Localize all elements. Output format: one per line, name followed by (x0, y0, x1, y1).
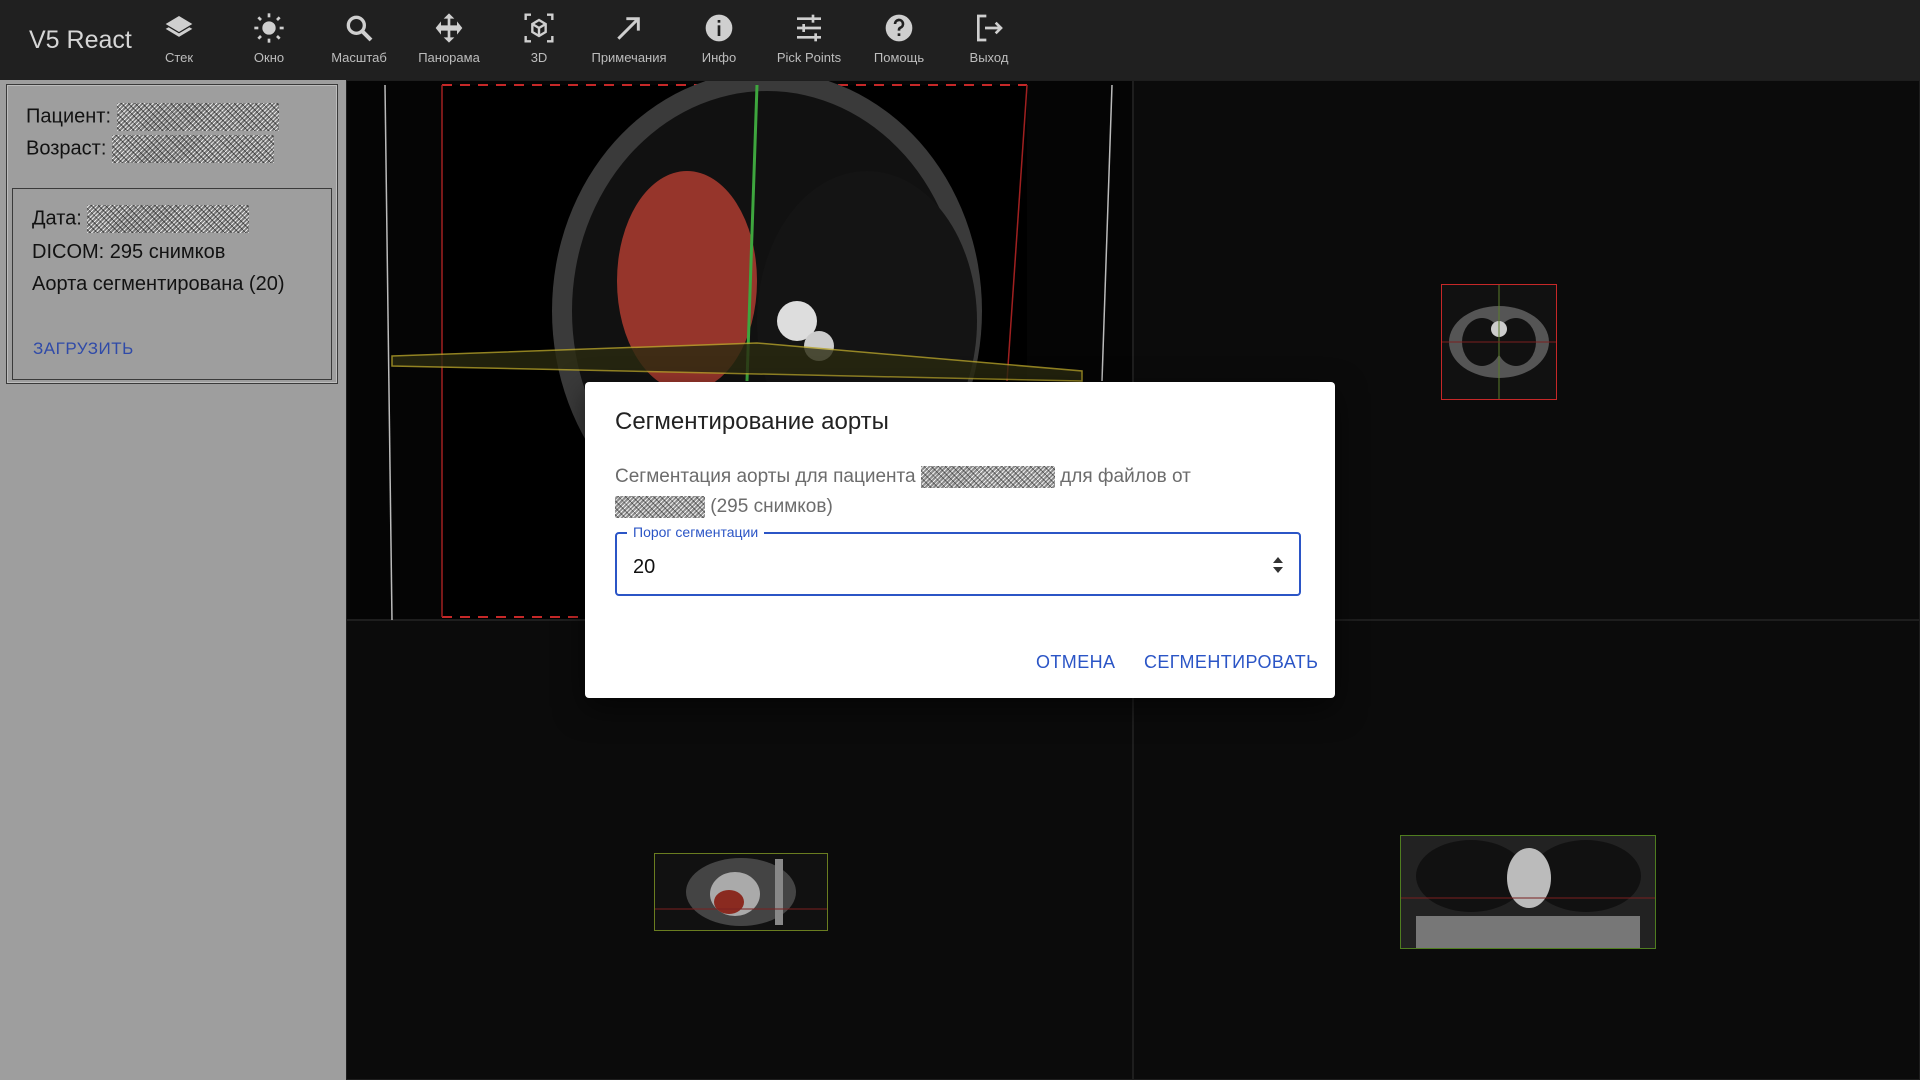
segment-button[interactable]: СЕГМЕНТИРОВАТЬ (1144, 652, 1318, 673)
study-date-redacted (615, 495, 705, 518)
segmentation-dialog: Сегментирование аорты Сегментация аорты … (585, 382, 1335, 698)
patient-name-redacted (920, 465, 1055, 488)
cancel-button[interactable]: ОТМЕНА (1036, 652, 1115, 673)
modal-overlay: Сегментирование аорты Сегментация аорты … (0, 0, 1920, 1080)
dialog-description: Сегментация аорты для пациента для файло… (615, 462, 1305, 522)
description-part1: Сегментация аорты для пациента (615, 466, 916, 487)
description-part2: для файлов от (1060, 466, 1191, 487)
number-stepper-icon[interactable] (1271, 554, 1285, 576)
threshold-label: Порог сегментации (627, 524, 765, 540)
dialog-title: Сегментирование аорты (615, 408, 889, 435)
threshold-input[interactable] (631, 552, 1235, 582)
threshold-field: Порог сегментации (615, 524, 1301, 596)
description-part3: (295 снимков) (710, 496, 833, 517)
